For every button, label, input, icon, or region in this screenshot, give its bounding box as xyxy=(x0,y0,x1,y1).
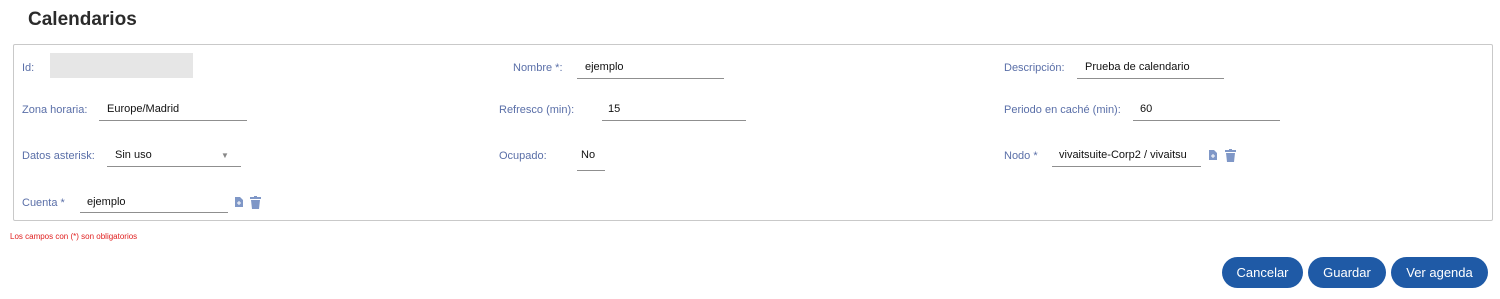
ocupado-value: No xyxy=(581,149,596,161)
page-title: Calendarios xyxy=(28,9,137,30)
required-fields-note: Los campos con (*) son obligatorios xyxy=(10,232,138,241)
datos-asterisk-value: Sin uso xyxy=(115,149,152,161)
trash-icon[interactable] xyxy=(1225,149,1236,162)
id-field xyxy=(50,53,193,78)
refresco-label: Refresco (min): xyxy=(499,104,575,116)
nodo-label: Nodo * xyxy=(1004,150,1038,162)
nombre-label: Nombre *: xyxy=(513,62,563,74)
nodo-underline xyxy=(1052,166,1201,167)
descripcion-value: Prueba de calendario xyxy=(1085,61,1190,73)
ocupado-underline xyxy=(577,170,605,171)
refresco-underline xyxy=(602,120,746,121)
datos-asterisk-underline xyxy=(107,166,241,167)
view-agenda-button[interactable]: Ver agenda xyxy=(1391,257,1488,288)
nodo-value: vivaitsuite-Corp2 / vivaitsu xyxy=(1059,149,1187,161)
zona-horaria-value: Europe/Madrid xyxy=(107,103,180,115)
file-icon[interactable] xyxy=(235,197,243,207)
cuenta-label: Cuenta * xyxy=(22,197,65,209)
file-icon[interactable] xyxy=(1209,150,1217,160)
calendar-form-panel xyxy=(13,44,1493,221)
ocupado-label: Ocupado: xyxy=(499,150,547,162)
trash-icon[interactable] xyxy=(250,196,261,209)
chevron-down-icon[interactable]: ▼ xyxy=(221,151,229,160)
nombre-underline xyxy=(577,78,724,79)
descripcion-underline xyxy=(1077,78,1224,79)
periodo-cache-label: Periodo en caché (min): xyxy=(1004,104,1121,116)
descripcion-label: Descripción: xyxy=(1004,62,1065,74)
cuenta-value: ejemplo xyxy=(87,196,126,208)
id-label: Id: xyxy=(22,62,35,74)
save-button[interactable]: Guardar xyxy=(1308,257,1386,288)
cuenta-underline xyxy=(80,212,228,213)
nombre-value: ejemplo xyxy=(585,61,624,73)
periodo-cache-value: 60 xyxy=(1140,103,1153,115)
zona-horaria-label: Zona horaria: xyxy=(22,104,88,116)
datos-asterisk-label: Datos asterisk: xyxy=(22,150,95,162)
periodo-cache-underline xyxy=(1133,120,1280,121)
zona-horaria-underline xyxy=(99,120,247,121)
cancel-button[interactable]: Cancelar xyxy=(1222,257,1303,288)
refresco-value: 15 xyxy=(608,103,621,115)
